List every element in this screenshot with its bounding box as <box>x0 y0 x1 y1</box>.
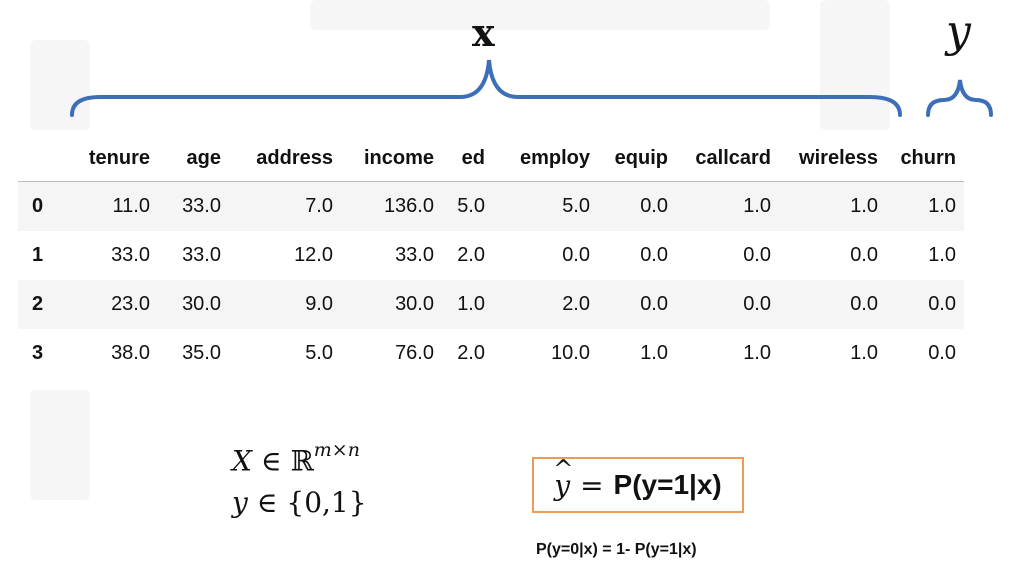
hat-accent: ^ <box>553 454 574 483</box>
column-header: ed <box>461 146 485 169</box>
table-row: 0 11.0 33.0 7.0 136.0 5.0 5.0 0.0 1.0 1.… <box>18 181 964 231</box>
table-cell: 33.0 <box>182 195 221 217</box>
dimension-superscript: m×n <box>313 439 360 461</box>
features-label: x <box>472 10 495 55</box>
table-cell: 0.0 <box>640 244 668 266</box>
table-cell: 11.0 <box>112 195 150 217</box>
table-cell: 33.0 <box>182 244 221 266</box>
real-set-symbol: ℝ <box>290 444 314 478</box>
table-cell: 35.0 <box>182 342 221 364</box>
table-cell: 2.0 <box>457 244 485 266</box>
column-header: age <box>186 146 221 169</box>
table-cell: 1.0 <box>850 195 878 217</box>
y-variable: y <box>232 486 248 519</box>
column-header: churn <box>900 146 956 169</box>
table-cell: 0.0 <box>743 244 771 266</box>
target-label: y <box>946 6 971 57</box>
complement-probability-note: P(y=0|x) = 1- P(y=1|x) <box>536 541 697 558</box>
row-index: 2 <box>32 293 44 315</box>
table-cell: 1.0 <box>640 342 668 364</box>
equals-sign: = <box>580 468 604 502</box>
table-cell: 0.0 <box>850 293 878 315</box>
row-index: 1 <box>32 244 44 266</box>
table-cell: 2.0 <box>457 342 485 364</box>
x-variable: X <box>232 444 252 478</box>
brace-graphics <box>70 59 993 117</box>
x-brace <box>70 59 902 117</box>
y-brace <box>926 79 993 117</box>
table-cell: 1.0 <box>928 195 956 217</box>
table-cell: 33.0 <box>111 244 150 266</box>
column-header: equip <box>614 146 668 169</box>
table-cell: 38.0 <box>111 342 150 364</box>
index-header <box>18 135 68 182</box>
y-domain-formula: y ∈ {0,1} <box>232 486 367 519</box>
row-index: 3 <box>32 342 44 364</box>
table-cell: 0.0 <box>743 293 771 315</box>
table-cell: 5.0 <box>457 195 485 217</box>
table-cell: 136.0 <box>383 195 434 217</box>
row-index: 0 <box>32 195 44 217</box>
table-cell: 5.0 <box>562 195 590 217</box>
probability-expression: P(y=1|x) <box>613 469 722 500</box>
column-header: callcard <box>695 146 771 169</box>
table-row: 1 33.0 33.0 12.0 33.0 2.0 0.0 0.0 0.0 0.… <box>18 231 964 280</box>
data-table: tenure age address income ed employ equi… <box>18 135 964 378</box>
table-cell: 33.0 <box>395 244 434 266</box>
table-cell: 7.0 <box>305 195 333 217</box>
table-cell: 2.0 <box>562 293 590 315</box>
column-header: tenure <box>88 146 150 169</box>
table-cell: 9.0 <box>305 293 333 315</box>
table-cell: 0.0 <box>928 342 956 364</box>
table-row: 2 23.0 30.0 9.0 30.0 1.0 2.0 0.0 0.0 0.0… <box>18 280 964 329</box>
table-row: 3 38.0 35.0 5.0 76.0 2.0 10.0 1.0 1.0 1.… <box>18 329 964 378</box>
table-cell: 1.0 <box>743 195 771 217</box>
table-cell: 0.0 <box>640 195 668 217</box>
table-cell: 0.0 <box>850 244 878 266</box>
table-cell: 30.0 <box>182 293 221 315</box>
column-header: employ <box>519 146 590 169</box>
table-cell: 5.0 <box>305 342 333 364</box>
table-cell: 0.0 <box>640 293 668 315</box>
table-cell: 0.0 <box>928 293 956 315</box>
element-of-symbol: ∈ <box>260 444 282 478</box>
table-cell: 1.0 <box>928 244 956 266</box>
column-header: address <box>256 146 333 169</box>
watermark-shape <box>30 390 90 500</box>
table-cell: 1.0 <box>743 342 771 364</box>
table-cell: 10.0 <box>551 342 590 364</box>
table-cell: 23.0 <box>111 293 150 315</box>
table-cell: 76.0 <box>395 342 434 364</box>
header-row: tenure age address income ed employ equi… <box>18 135 964 182</box>
table-cell: 30.0 <box>395 293 434 315</box>
binary-set: {0,1} <box>286 486 367 519</box>
y-hat-symbol: ^ y <box>553 455 573 502</box>
table-cell: 12.0 <box>294 244 333 266</box>
element-of-symbol: ∈ <box>256 486 278 519</box>
x-domain-formula: X ∈ ℝm×n <box>232 439 360 478</box>
prediction-formula-box: ^ y = P(y=1|x) <box>532 455 744 513</box>
table-cell: 0.0 <box>562 244 590 266</box>
column-header: income <box>363 146 434 169</box>
table-cell: 1.0 <box>850 342 878 364</box>
table-cell: 1.0 <box>457 293 485 315</box>
column-header: wireless <box>799 146 878 169</box>
